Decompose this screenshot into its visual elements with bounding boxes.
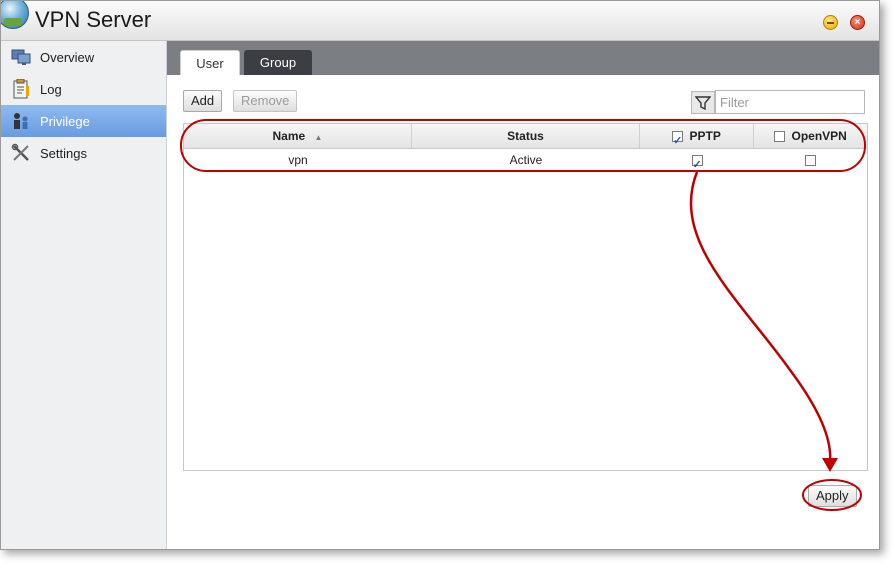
sidebar: Overview Log Privilege Settings bbox=[1, 41, 167, 549]
tools-icon bbox=[11, 143, 31, 163]
column-header-openvpn: OpenVPN bbox=[754, 124, 867, 148]
user-privilege-table: Name ▲ Status PPTP OpenVPN vpn Active bbox=[183, 123, 868, 471]
sidebar-item-label: Log bbox=[40, 81, 62, 97]
column-header-label: Name bbox=[272, 129, 306, 143]
sidebar-item-label: Settings bbox=[40, 145, 87, 161]
users-icon bbox=[11, 111, 31, 131]
main-content: User Group Add Remove Name ▲ Status PPTP bbox=[167, 41, 879, 549]
sidebar-item-privilege[interactable]: Privilege bbox=[1, 105, 166, 137]
apply-button[interactable]: Apply bbox=[808, 485, 857, 507]
openvpn-select-all-checkbox[interactable] bbox=[774, 131, 786, 143]
tab-user[interactable]: User bbox=[180, 50, 240, 75]
table-header: Name ▲ Status PPTP OpenVPN bbox=[184, 124, 867, 153]
cell-openvpn bbox=[754, 148, 867, 172]
filter-input[interactable] bbox=[715, 90, 865, 114]
table-row[interactable]: vpn Active bbox=[184, 148, 867, 177]
window-title: VPN Server bbox=[35, 7, 152, 32]
sidebar-item-log[interactable]: Log bbox=[1, 73, 166, 105]
column-header-label: OpenVPN bbox=[791, 129, 847, 143]
minimize-button[interactable] bbox=[823, 15, 838, 30]
filter-icon[interactable] bbox=[691, 91, 715, 114]
vpn-server-window: VPN Server × Overview Log Privilege Sett… bbox=[0, 0, 880, 550]
sidebar-item-overview[interactable]: Overview bbox=[1, 41, 166, 73]
tab-group[interactable]: Group bbox=[244, 50, 312, 75]
remove-button[interactable]: Remove bbox=[233, 90, 298, 112]
title-bar: VPN Server × bbox=[1, 1, 879, 41]
pptp-checkbox[interactable] bbox=[691, 153, 703, 177]
cell-name: vpn bbox=[288, 153, 308, 167]
tab-bar: User Group bbox=[167, 41, 879, 75]
openvpn-checkbox[interactable] bbox=[805, 155, 816, 167]
column-header-pptp: PPTP bbox=[640, 124, 754, 153]
clipboard-icon bbox=[11, 79, 31, 99]
vpn-server-app-icon bbox=[1, 1, 29, 29]
monitors-icon bbox=[11, 47, 31, 67]
column-header-label: PPTP bbox=[689, 129, 721, 143]
sidebar-item-label: Overview bbox=[40, 49, 95, 65]
cell-pptp bbox=[640, 148, 754, 177]
pptp-select-all-checkbox[interactable] bbox=[672, 129, 684, 153]
cell-status: Active bbox=[509, 153, 543, 167]
column-header-status[interactable]: Status bbox=[412, 124, 640, 148]
sort-ascending-icon: ▲ bbox=[314, 133, 323, 142]
add-button[interactable]: Add bbox=[183, 90, 223, 112]
sidebar-item-settings[interactable]: Settings bbox=[1, 137, 166, 169]
column-header-label: Status bbox=[507, 129, 544, 143]
sidebar-item-label: Privilege bbox=[40, 113, 90, 129]
column-header-name[interactable]: Name ▲ bbox=[184, 124, 412, 148]
close-button[interactable]: × bbox=[850, 15, 865, 30]
